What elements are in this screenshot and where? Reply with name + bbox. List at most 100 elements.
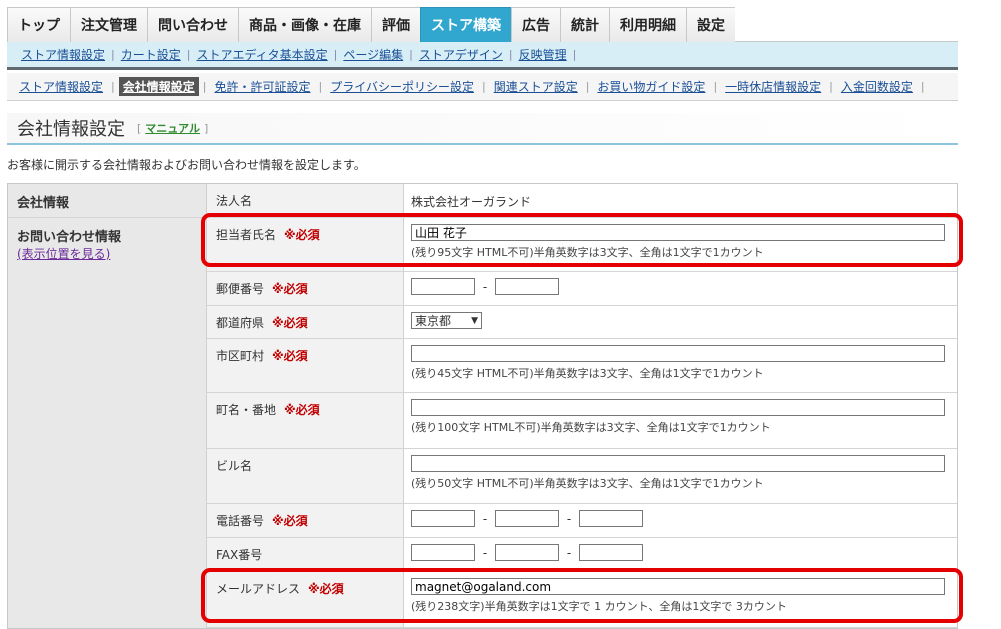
tab-orders[interactable]: 注文管理 <box>70 7 147 42</box>
view-position-link[interactable]: (表示位置を見る) <box>17 247 110 261</box>
table-row: 市区町村 ※必須 (残り45文字 HTML不可)半角英数字は3文字、全角は1文字で… <box>207 339 957 393</box>
city-input[interactable] <box>411 345 945 362</box>
zip-code-2-input[interactable] <box>495 278 559 295</box>
dash: - <box>566 511 572 526</box>
subnav-store-build: ストア情報設定 | カート設定 | ストアエディタ基本設定 | ページ編集 | … <box>7 42 958 70</box>
contact-section: お問い合わせ情報 (表示位置を見る) 担当者氏名※必須 (残り95文字 HTML… <box>8 218 957 628</box>
separator: | <box>829 80 833 93</box>
subnav-page-edit[interactable]: ページ編集 <box>337 46 409 63</box>
tab-reviews[interactable]: 評価 <box>371 7 420 42</box>
fax-1-input[interactable] <box>411 544 475 561</box>
value-zip: - <box>404 272 957 305</box>
subnav-publish[interactable]: 反映管理 <box>513 46 573 63</box>
manual-link[interactable]: マニュアル <box>145 122 200 135</box>
table-row: 町名・番地 ※必須 (残り100文字 HTML不可)半角英数字は3文字、全角は1文… <box>207 393 957 449</box>
building-input[interactable] <box>411 455 945 472</box>
section-contact-title: お問い合わせ情報 <box>17 230 122 245</box>
table-row: 都道府県 ※必須 東京都 ▼ <box>207 306 957 339</box>
separator: | <box>585 80 590 93</box>
value-fax: - - <box>404 538 957 571</box>
page-title: 会社情報設定 <box>17 119 125 140</box>
page-description: お客様に開示する会社情報およびお問い合わせ情報を設定します。 <box>7 158 366 172</box>
subnav-store-info-settings: ストア情報設定 | 会社情報設定 | 免許・許可証設定 | プライバシーポリシー… <box>7 73 958 101</box>
tab-stats[interactable]: 統計 <box>560 7 609 42</box>
label-town-text: 町名・番地 <box>216 403 277 417</box>
fax-3-input[interactable] <box>579 544 643 561</box>
separator: | <box>572 48 577 61</box>
subnav-store-editor[interactable]: ストアエディタ基本設定 <box>190 46 333 63</box>
section-contact-info: お問い合わせ情報 (表示位置を見る) <box>8 218 207 628</box>
subnav-store-design[interactable]: ストアデザイン <box>413 46 509 63</box>
required-mark: ※必須 <box>284 403 320 417</box>
value-town: (残り100文字 HTML不可)半角英数字は3文字、全角は1文字で1カウント <box>404 393 957 448</box>
prefecture-selected: 東京都 <box>415 314 452 328</box>
separator: | <box>481 80 486 93</box>
value-tel: - - <box>404 504 957 537</box>
dash: - <box>482 511 488 526</box>
separator: | <box>920 80 925 93</box>
subnav-cart[interactable]: カート設定 <box>115 46 187 63</box>
street-input[interactable] <box>411 399 945 416</box>
section-company-info: 会社情報 <box>8 184 207 217</box>
label-zip: 郵便番号 ※必須 <box>207 272 404 305</box>
tab-top[interactable]: トップ <box>7 7 70 42</box>
tab-settings[interactable]: 設定 <box>686 7 735 42</box>
required-mark: ※必須 <box>272 282 308 296</box>
dash: - <box>482 545 488 560</box>
fax-2-input[interactable] <box>495 544 559 561</box>
manual-link-wrap: [マニュアル] <box>137 122 209 135</box>
value-pref: 東京都 ▼ <box>404 306 957 338</box>
subnav3-payment-count[interactable]: 入金回数設定 <box>837 77 917 96</box>
town-hint: (残り100文字 HTML不可)半角英数字は3文字、全角は1文字で1カウント <box>411 421 771 434</box>
table-row: 電話番号 ※必須 - - <box>207 504 957 538</box>
label-tel-text: 電話番号 <box>216 514 265 528</box>
dash: - <box>482 279 488 294</box>
label-fax: FAX番号 <box>207 538 404 571</box>
value-city: (残り45文字 HTML不可)半角英数字は3文字、全角は1文字で1カウント <box>404 339 957 392</box>
subnav3-company-info[interactable]: 会社情報設定 <box>118 77 199 96</box>
subnav3-related-stores[interactable]: 関連ストア設定 <box>490 77 582 96</box>
subnav3-shopping-guide[interactable]: お買い物ガイド設定 <box>593 77 709 96</box>
subnav3-store-info[interactable]: ストア情報設定 <box>15 77 107 96</box>
tab-billing[interactable]: 利用明細 <box>609 7 686 42</box>
tab-store-build[interactable]: ストア構築 <box>420 7 511 42</box>
contact-fields: 担当者氏名※必須 (残り95文字 HTML不可)半角英数字は3文字、全角は1文字… <box>207 218 957 628</box>
value-bldg: (残り50文字 HTML不可)半角英数字は3文字、全角は1文字で1カウント <box>404 449 957 503</box>
label-pref: 都道府県 ※必須 <box>207 306 404 338</box>
subnav3-temp-closure[interactable]: 一時休店情報設定 <box>721 77 825 96</box>
city-hint: (残り45文字 HTML不可)半角英数字は3文字、全角は1文字で1カウント <box>411 367 764 380</box>
label-city: 市区町村 ※必須 <box>207 339 404 392</box>
tel-2-input[interactable] <box>495 510 559 527</box>
tel-1-input[interactable] <box>411 510 475 527</box>
dash: - <box>566 545 572 560</box>
highlight-person-name <box>201 213 963 267</box>
prefecture-select[interactable]: 東京都 ▼ <box>411 312 482 329</box>
tab-ads[interactable]: 広告 <box>511 7 560 42</box>
zip-code-1-input[interactable] <box>411 278 475 295</box>
separator: | <box>318 80 323 93</box>
required-mark: ※必須 <box>272 349 308 363</box>
page-title-bar: 会社情報設定 [マニュアル] <box>7 113 958 145</box>
top-nav: トップ 注文管理 問い合わせ 商品・画像・在庫 評価 ストア構築 広告 統計 利… <box>7 7 958 42</box>
required-mark: ※必須 <box>272 316 308 330</box>
separator: | <box>111 80 115 93</box>
label-pref-text: 都道府県 <box>216 316 265 330</box>
tab-products[interactable]: 商品・画像・在庫 <box>238 7 371 42</box>
subnav3-privacy[interactable]: プライバシーポリシー設定 <box>326 77 478 96</box>
label-bldg: ビル名 <box>207 449 404 503</box>
separator: | <box>713 80 718 93</box>
subnav-store-info[interactable]: ストア情報設定 <box>15 46 111 63</box>
label-town: 町名・番地 ※必須 <box>207 393 404 448</box>
tab-inquiries[interactable]: 問い合わせ <box>147 7 238 42</box>
tel-3-input[interactable] <box>579 510 643 527</box>
required-mark: ※必須 <box>272 514 308 528</box>
tab-filler <box>735 7 958 41</box>
table-row: FAX番号 - - <box>207 538 957 572</box>
highlight-email <box>201 568 963 623</box>
subnav3-licenses[interactable]: 免許・許可証設定 <box>210 77 314 96</box>
separator: | <box>202 80 207 93</box>
table-row: ビル名 (残り50文字 HTML不可)半角英数字は3文字、全角は1文字で1カウン… <box>207 449 957 504</box>
bldg-hint: (残り50文字 HTML不可)半角英数字は3文字、全角は1文字で1カウント <box>411 477 764 490</box>
label-zip-text: 郵便番号 <box>216 282 265 296</box>
label-tel: 電話番号 ※必須 <box>207 504 404 537</box>
